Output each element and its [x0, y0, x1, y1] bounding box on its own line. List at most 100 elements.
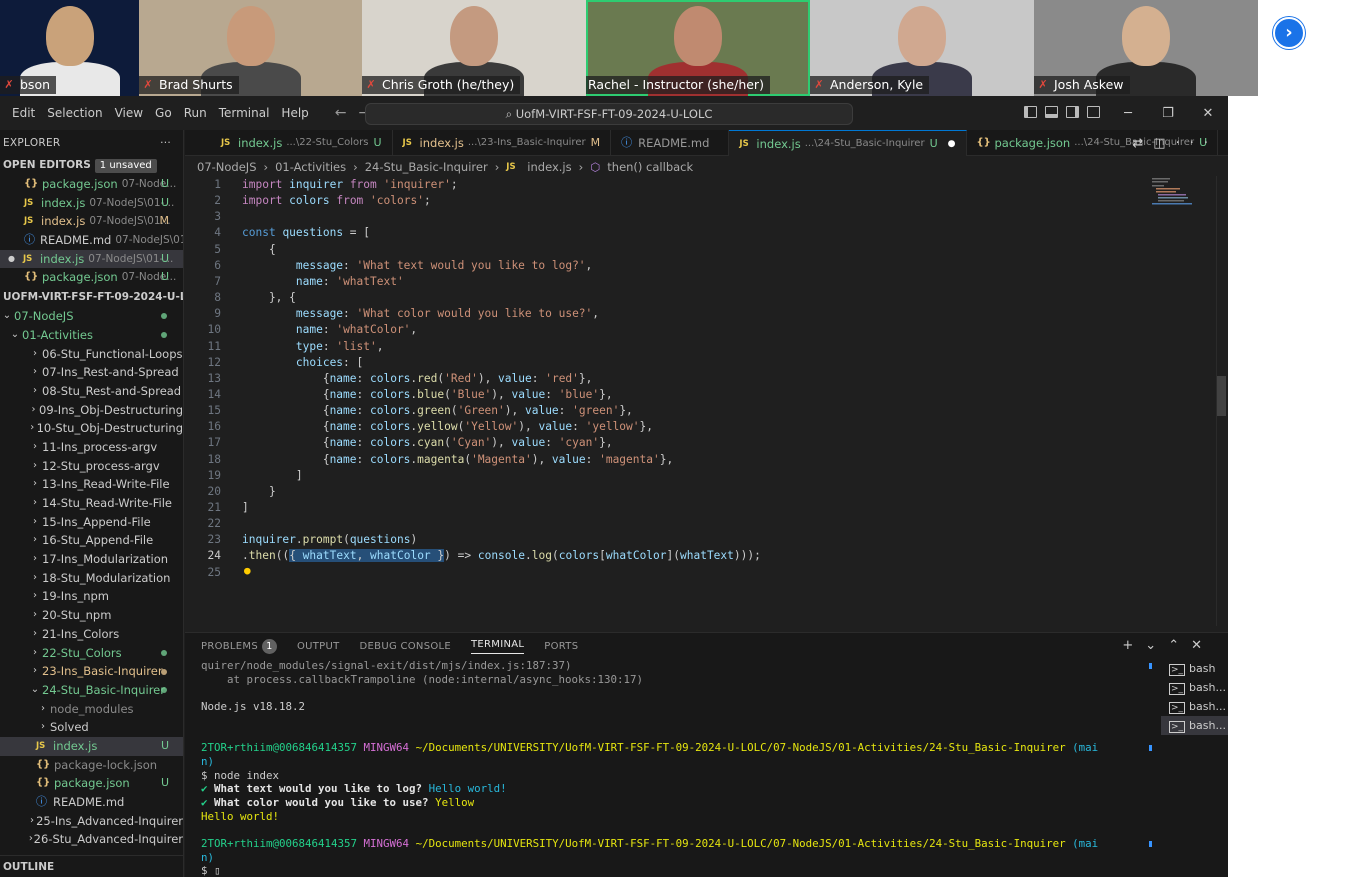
- tab-README-md[interactable]: ⓘ README.md: [611, 130, 730, 156]
- panel-tab-debug-console[interactable]: DEBUG CONSOLE: [360, 641, 451, 652]
- menu-selection[interactable]: Selection: [41, 106, 108, 120]
- chevron-right-icon: ›: [33, 440, 37, 452]
- tab-index-js[interactable]: JS index.js ...\23-Ins_Basic-Inquirer M: [393, 130, 612, 156]
- toggle-panel-icon[interactable]: [1045, 106, 1058, 118]
- folder-item[interactable]: › 21-Ins_Colors: [0, 625, 183, 644]
- folder-item[interactable]: › 12-Stu_process-argv: [0, 457, 183, 476]
- terminal-line: ✔ What color would you like to use? Yell…: [201, 796, 1145, 810]
- tree-label: 22-Stu_Colors: [42, 645, 122, 660]
- menu-terminal[interactable]: Terminal: [213, 106, 276, 120]
- folder-item[interactable]: › 22-Stu_Colors: [0, 644, 183, 663]
- close-icon[interactable]: ✕: [1188, 106, 1228, 121]
- more-icon[interactable]: ···: [1176, 136, 1218, 151]
- restore-icon[interactable]: ❐: [1148, 106, 1188, 121]
- editor-scrollbar[interactable]: [1216, 176, 1228, 626]
- minimap[interactable]: [1150, 176, 1198, 206]
- terminal-instance-tab[interactable]: >_ bash...: [1161, 678, 1228, 697]
- compare-icon[interactable]: ⇄: [1132, 136, 1153, 151]
- folder-item[interactable]: ⌄ 07-NodeJS: [0, 307, 183, 326]
- folder-item[interactable]: › 10-Stu_Obj-Destructuring: [0, 419, 183, 438]
- folder-item[interactable]: › 08-Stu_Rest-and-Spread: [0, 382, 183, 401]
- folder-item[interactable]: › 23-Ins_Basic-Inquirer: [0, 662, 183, 681]
- open-editor-item[interactable]: {} package.json 07-Node... U: [0, 175, 183, 194]
- panel-tab-output[interactable]: OUTPUT: [297, 641, 340, 652]
- file-item[interactable]: ⓘ README.md: [0, 793, 183, 812]
- code-line: ]: [242, 501, 249, 514]
- video-tile[interactable]: ✗ Chris Groth (he/they): [362, 0, 586, 96]
- folder-item[interactable]: › 15-Ins_Append-File: [0, 513, 183, 532]
- next-page-button[interactable]: ›: [1273, 17, 1305, 49]
- video-tile[interactable]: ✗ bson: [0, 0, 139, 96]
- folder-item[interactable]: › 18-Stu_Modularization: [0, 569, 183, 588]
- file-item[interactable]: JS index.js U: [0, 736, 183, 756]
- tab-index-js[interactable]: JS index.js ...\22-Stu_Colors U: [185, 130, 393, 156]
- breadcrumb-item[interactable]: then() callback: [607, 160, 693, 174]
- explorer-header: EXPLORER ···: [0, 130, 183, 156]
- workspace-header[interactable]: UOFM-VIRT-FSF-FT-09-2024-U-LOLC: [0, 288, 183, 307]
- customize-layout-icon[interactable]: [1087, 106, 1100, 118]
- maximize-panel-icon[interactable]: ⌃: [1168, 638, 1191, 653]
- terminal-instance-tab[interactable]: >_ bash...: [1161, 697, 1228, 716]
- folder-item[interactable]: › 17-Ins_Modularization: [0, 550, 183, 569]
- folder-item[interactable]: › 07-Ins_Rest-and-Spread: [0, 363, 183, 382]
- video-tile[interactable]: ✗ Brad Shurts: [139, 0, 362, 96]
- folder-item[interactable]: › node_modules: [0, 700, 183, 719]
- video-tile[interactable]: Rachel - Instructor (she/her): [586, 0, 810, 96]
- tree-label: 16-Stu_Append-File: [42, 533, 154, 548]
- folder-item[interactable]: › 19-Ins_npm: [0, 587, 183, 606]
- breadcrumb-item[interactable]: 24-Stu_Basic-Inquirer: [365, 160, 488, 174]
- terminal-instance-tab[interactable]: >_ bash: [1161, 659, 1228, 678]
- minimize-icon[interactable]: ─: [1108, 106, 1148, 121]
- file-item[interactable]: {} package-lock.json: [0, 756, 183, 775]
- menu-view[interactable]: View: [109, 106, 149, 120]
- folder-item[interactable]: › Solved: [0, 718, 183, 737]
- command-center-search[interactable]: ⌕ UofM-VIRT-FSF-FT-09-2024-U-LOLC: [365, 103, 853, 125]
- new-terminal-icon[interactable]: +⌄: [1122, 638, 1168, 653]
- open-editor-item[interactable]: JS index.js 07-NodeJS\01... M: [0, 212, 183, 231]
- terminal-scrollbar[interactable]: [1145, 659, 1157, 877]
- breadcrumb-item[interactable]: 01-Activities: [275, 160, 346, 174]
- video-tile[interactable]: ✗ Josh Askew: [1034, 0, 1258, 96]
- more-actions-icon[interactable]: ···: [160, 130, 171, 156]
- menu-help[interactable]: Help: [275, 106, 314, 120]
- breadcrumb: 07-NodeJS › 01-Activities › 24-Stu_Basic-Inq…: [197, 158, 693, 176]
- terminal-instance-tab[interactable]: >_ bash...: [1161, 716, 1228, 735]
- folder-item[interactable]: › 16-Stu_Append-File: [0, 531, 183, 550]
- open-editor-item[interactable]: {} package.json 07-Node... U: [0, 268, 183, 287]
- outline-section-header[interactable]: OUTLINE: [0, 855, 183, 877]
- folder-item[interactable]: › 26-Stu_Advanced-Inquirer: [0, 830, 183, 849]
- open-editors-header[interactable]: OPEN EDITORS 1 unsaved: [0, 156, 183, 175]
- folder-item[interactable]: › 13-Ins_Read-Write-File: [0, 475, 183, 494]
- split-editor-icon[interactable]: ◫: [1153, 136, 1175, 151]
- folder-item[interactable]: › 25-Ins_Advanced-Inquirer: [0, 812, 183, 831]
- open-editor-item[interactable]: ⓘ README.md07-NodeJS\01-...: [0, 231, 183, 250]
- file-item[interactable]: {} package.json U: [0, 774, 183, 793]
- folder-item[interactable]: › 06-Stu_Functional-Loops: [0, 345, 183, 364]
- toggle-primary-sidebar-icon[interactable]: [1024, 106, 1037, 118]
- panel-tab-terminal[interactable]: TERMINAL: [471, 639, 525, 654]
- tab-index-js[interactable]: JS index.js ...\24-Stu_Basic-Inquirer U ●: [729, 130, 967, 156]
- folder-item[interactable]: › 11-Ins_process-argv: [0, 438, 183, 457]
- folder-item[interactable]: ⌄ 01-Activities: [0, 326, 183, 345]
- scrollbar-thumb[interactable]: [1217, 376, 1226, 416]
- folder-item[interactable]: ⌄ 24-Stu_Basic-Inquirer: [0, 681, 183, 700]
- open-editor-item[interactable]: JS index.js 07-NodeJS\01-... U: [0, 194, 183, 213]
- folder-item[interactable]: › 14-Stu_Read-Write-File: [0, 494, 183, 513]
- lightbulb-icon[interactable]: ●: [244, 564, 251, 577]
- close-panel-icon[interactable]: ✕: [1191, 638, 1214, 653]
- code-editor[interactable]: Ι ● 1import inquirer from 'inquirer';2im…: [185, 176, 1228, 680]
- folder-item[interactable]: › 20-Stu_npm: [0, 606, 183, 625]
- terminal-output[interactable]: quirer/node_modules/signal-exit/dist/mjs…: [201, 659, 1145, 877]
- folder-item[interactable]: › 09-Ins_Obj-Destructuring: [0, 401, 184, 420]
- menu-go[interactable]: Go: [149, 106, 178, 120]
- open-editor-item[interactable]: ● JS index.js 07-NodeJS\01-... U: [0, 249, 183, 269]
- breadcrumb-item[interactable]: 07-NodeJS: [197, 160, 257, 174]
- video-tile[interactable]: ✗ Anderson, Kyle: [810, 0, 1034, 96]
- chevron-right-icon: ›: [31, 403, 36, 415]
- panel-tab-ports[interactable]: PORTS: [544, 641, 578, 652]
- menu-edit[interactable]: Edit: [6, 106, 41, 120]
- toggle-secondary-sidebar-icon[interactable]: [1066, 106, 1079, 118]
- menu-run[interactable]: Run: [178, 106, 213, 120]
- breadcrumb-item[interactable]: index.js: [527, 160, 571, 174]
- panel-tab-problems[interactable]: PROBLEMS 1: [201, 638, 277, 654]
